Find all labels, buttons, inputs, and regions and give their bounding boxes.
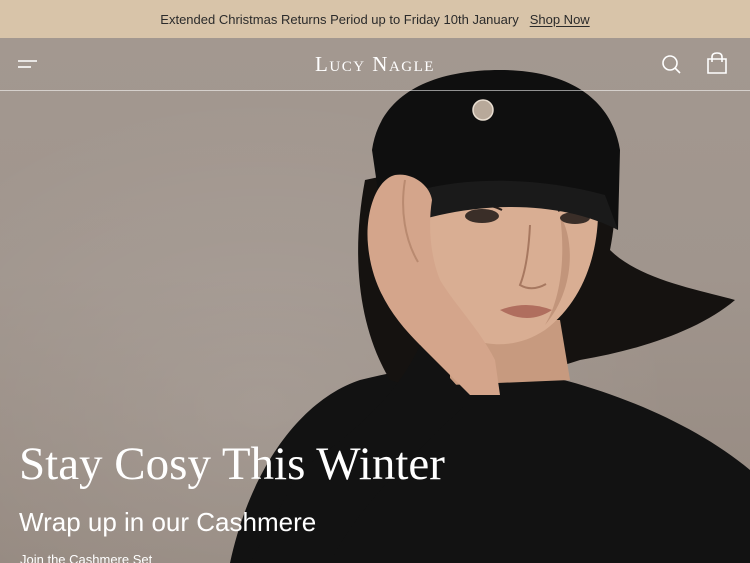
site-logo[interactable]: Lucy Nagle	[0, 52, 750, 77]
join-cashmere-set-link[interactable]: Join the Cashmere Set	[20, 552, 152, 563]
search-icon[interactable]	[661, 54, 682, 75]
hero-subheadline: Wrap up in our Cashmere	[19, 507, 317, 537]
shopping-bag-icon[interactable]	[706, 52, 728, 75]
announcement-bar: Extended Christmas Returns Period up to …	[0, 0, 750, 38]
hero-headline: Stay Cosy This Winter	[19, 438, 445, 490]
announcement-text: Extended Christmas Returns Period up to …	[160, 11, 519, 27]
hero-banner[interactable]: Lucy Nagle Stay Cosy This Winter Wrap up…	[0, 38, 750, 563]
shop-now-link[interactable]: Shop Now	[530, 12, 590, 27]
site-header: Lucy Nagle	[0, 38, 750, 91]
